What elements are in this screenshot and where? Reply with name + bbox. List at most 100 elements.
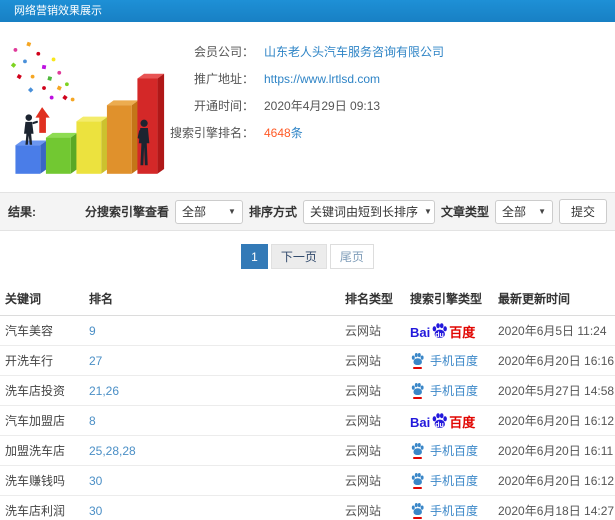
updated-cell: 2020年6月20日 16:12 bbox=[493, 405, 615, 436]
marketing-report-page: 网络营销效果展示 会员公司： 山东老人头汽车服务咨询有限公司 推广地址： htt… bbox=[0, 0, 615, 520]
last-page-button[interactable]: 尾页 bbox=[329, 244, 374, 269]
chevron-down-icon: ▼ bbox=[228, 207, 236, 216]
table-header-row: 关键词 排名 排名类型 搜索引擎类型 最新更新时间 bbox=[0, 281, 615, 316]
keyword-cell: 汽车美容 bbox=[0, 315, 84, 346]
updated-cell: 2020年6月18日 14:27 bbox=[493, 495, 615, 520]
rank-link[interactable]: 27 bbox=[89, 354, 102, 368]
baidu-paw-icon bbox=[411, 472, 424, 486]
sort-label: 排序方式 bbox=[248, 205, 297, 219]
growth-arrow-icon bbox=[35, 107, 50, 133]
table-row: 加盟洗车店 25,28,28 云网站 手机百度 2020年6月20日 16:11 bbox=[0, 435, 615, 466]
updated-cell: 2020年5月27日 14:58 bbox=[493, 375, 615, 406]
table-row: 洗车店投资 21,26 云网站 手机百度 2020年5月27日 14:58 bbox=[0, 375, 615, 406]
filter-controls: 分搜索引擎查看 全部 ▼ 排序方式 关键词由短到长排序 ▼ 文章类型 全部 ▼ … bbox=[85, 199, 607, 224]
paw-underline-decoration bbox=[413, 487, 422, 489]
updated-cell: 2020年6月5日 11:24 bbox=[493, 315, 615, 346]
rank-type-cell: 云网站 bbox=[340, 495, 405, 520]
rank-cell: 30 bbox=[84, 495, 340, 520]
promo-url-row: 推广地址： https://www.lrtlsd.com bbox=[166, 65, 615, 92]
keyword-ranking-table: 关键词 排名 排名类型 搜索引擎类型 最新更新时间 汽车美容 9 云网站 Bai… bbox=[0, 281, 615, 520]
promo-url-label: 推广地址： bbox=[193, 72, 254, 86]
engine-cell: 手机百度 bbox=[405, 495, 493, 520]
engine-cell: 手机百度 bbox=[405, 465, 493, 496]
mobile-baidu-link[interactable]: 手机百度 bbox=[410, 352, 478, 369]
engine-view-select[interactable]: 全部 ▼ bbox=[174, 199, 243, 224]
account-info-section: 会员公司： 山东老人头汽车服务咨询有限公司 推广地址： https://www.… bbox=[0, 22, 615, 192]
rank-link[interactable]: 30 bbox=[89, 504, 102, 518]
sort-selected: 关键词由短到长排序 bbox=[309, 205, 418, 219]
rank-type-cell: 云网站 bbox=[340, 465, 405, 496]
member-company-label: 会员公司： bbox=[193, 45, 254, 59]
table-row: 汽车加盟店 8 云网站 Bai du 百度 2020年6月20日 16:12 bbox=[0, 405, 615, 436]
rank-link[interactable]: 8 bbox=[89, 414, 96, 428]
table-row: 洗车店利润 30 云网站 手机百度 2020年6月18日 14:27 bbox=[0, 495, 615, 520]
bar-blue bbox=[15, 140, 47, 174]
rank-type-cell: 云网站 bbox=[340, 405, 405, 436]
submit-button[interactable]: 提交 bbox=[558, 199, 607, 224]
article-type-select[interactable]: 全部 ▼ bbox=[494, 199, 553, 224]
table-row: 开洗车行 27 云网站 手机百度 2020年6月20日 16:16 bbox=[0, 345, 615, 376]
account-info-list: 会员公司： 山东老人头汽车服务咨询有限公司 推广地址： https://www.… bbox=[166, 32, 615, 186]
keyword-cell: 洗车店投资 bbox=[0, 375, 84, 406]
paw-underline-decoration bbox=[413, 367, 422, 369]
paw-underline-decoration bbox=[413, 517, 422, 519]
rank-type-cell: 云网站 bbox=[340, 315, 405, 346]
open-time-row: 开通时间： 2020年4月29日 09:13 bbox=[166, 92, 615, 119]
rank-cell: 27 bbox=[84, 345, 340, 376]
open-time-label: 开通时间： bbox=[193, 99, 254, 113]
updated-cell: 2020年6月20日 16:16 bbox=[493, 345, 615, 376]
rank-cell: 25,28,28 bbox=[84, 435, 340, 466]
bar-orange bbox=[106, 100, 139, 174]
rank-type-cell: 云网站 bbox=[340, 435, 405, 466]
promo-url-link[interactable]: https://www.lrtlsd.com bbox=[264, 72, 380, 86]
rank-cell: 30 bbox=[84, 465, 340, 496]
table-body: 汽车美容 9 云网站 Bai du 百度 2020年6月5日 11:24 开洗车… bbox=[0, 315, 615, 520]
businessman-left bbox=[24, 114, 38, 145]
sort-select[interactable]: 关键词由短到长排序 ▼ bbox=[302, 199, 435, 224]
mobile-baidu-link[interactable]: 手机百度 bbox=[410, 382, 478, 399]
header-rank-type: 排名类型 bbox=[340, 281, 405, 316]
baidu-paw-icon bbox=[411, 382, 424, 396]
header-updated: 最新更新时间 bbox=[493, 281, 615, 316]
rank-link[interactable]: 30 bbox=[89, 474, 102, 488]
keyword-cell: 洗车店利润 bbox=[0, 495, 84, 520]
table-row: 洗车赚钱吗 30 云网站 手机百度 2020年6月20日 16:12 bbox=[0, 465, 615, 496]
header-rank: 排名 bbox=[84, 281, 340, 316]
engine-view-label: 分搜索引擎查看 bbox=[84, 205, 169, 219]
keyword-cell: 加盟洗车店 bbox=[0, 435, 84, 466]
pagination: 1 下一页 尾页 bbox=[0, 231, 615, 281]
rank-cell: 9 bbox=[84, 315, 340, 346]
header-keyword: 关键词 bbox=[0, 281, 84, 316]
mobile-baidu-link[interactable]: 手机百度 bbox=[410, 472, 478, 489]
bar-green bbox=[45, 132, 78, 174]
rank-link[interactable]: 21,26 bbox=[89, 384, 119, 398]
member-company-link[interactable]: 山东老人头汽车服务咨询有限公司 bbox=[264, 45, 444, 59]
paw-underline-decoration bbox=[413, 397, 422, 399]
next-page-button[interactable]: 下一页 bbox=[270, 244, 327, 269]
engine-cell: 手机百度 bbox=[405, 345, 493, 376]
result-label: 结果: bbox=[8, 205, 36, 219]
rank-link[interactable]: 25,28,28 bbox=[89, 444, 136, 458]
baidu-paw-icon bbox=[411, 352, 424, 366]
mobile-baidu-link[interactable]: 手机百度 bbox=[410, 442, 478, 459]
engine-rank-row: 搜索引擎排名： 4648条 bbox=[166, 119, 615, 146]
rank-cell: 21,26 bbox=[84, 375, 340, 406]
keyword-cell: 洗车赚钱吗 bbox=[0, 465, 84, 496]
page-title: 网络营销效果展示 bbox=[14, 5, 102, 17]
filter-bar: 结果: 分搜索引擎查看 全部 ▼ 排序方式 关键词由短到长排序 ▼ 文章类型 全… bbox=[0, 192, 615, 231]
article-type-label: 文章类型 bbox=[440, 205, 489, 219]
updated-cell: 2020年6月20日 16:11 bbox=[493, 435, 615, 466]
bar-yellow bbox=[76, 116, 108, 174]
rank-type-cell: 云网站 bbox=[340, 375, 405, 406]
table-row: 汽车美容 9 云网站 Bai du 百度 2020年6月5日 11:24 bbox=[0, 315, 615, 346]
chevron-down-icon: ▼ bbox=[423, 207, 432, 216]
baidu-logo[interactable]: Bai du 百度 bbox=[410, 412, 475, 429]
baidu-logo[interactable]: Bai du 百度 bbox=[410, 322, 475, 339]
confetti-dots bbox=[10, 41, 75, 102]
mobile-baidu-link[interactable]: 手机百度 bbox=[410, 502, 478, 519]
open-time-value: 2020年4月29日 09:13 bbox=[264, 99, 381, 113]
engine-cell: 手机百度 bbox=[405, 435, 493, 466]
page-button-current[interactable]: 1 bbox=[241, 244, 268, 269]
rank-link[interactable]: 9 bbox=[89, 324, 96, 338]
engine-rank-label: 搜索引擎排名： bbox=[169, 126, 254, 140]
